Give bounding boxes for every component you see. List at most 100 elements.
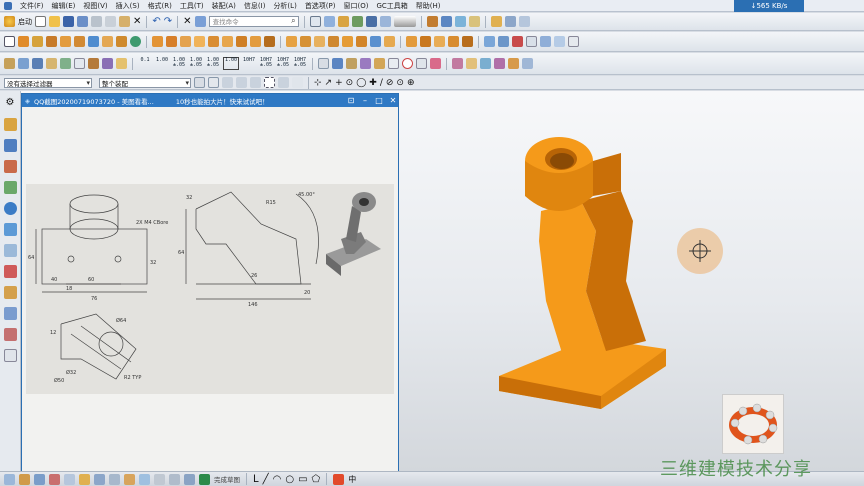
assembly-navigator-icon[interactable]: [440, 16, 452, 27]
curve-icon[interactable]: [540, 36, 551, 47]
subtract-icon[interactable]: [166, 36, 177, 47]
no-entry-icon[interactable]: [402, 58, 413, 69]
base-view-icon[interactable]: [480, 58, 491, 69]
gdt-format-10[interactable]: 10H7 ±.05: [293, 58, 307, 69]
command-search-input[interactable]: 查找命令 ⌕: [208, 16, 299, 27]
gdt-format-5[interactable]: 1.00 ±.05: [206, 58, 220, 69]
new-file-icon[interactable]: [35, 16, 46, 27]
close-button[interactable]: ✕: [388, 96, 398, 105]
menu-format[interactable]: 格式(R): [148, 1, 172, 11]
pmi-linear-icon[interactable]: [46, 58, 57, 69]
mirror-icon[interactable]: [300, 36, 311, 47]
background-icon[interactable]: [393, 16, 416, 27]
point-icon[interactable]: [526, 36, 537, 47]
constraint-navigator-tab-icon[interactable]: [3, 139, 17, 152]
projected-view-icon[interactable]: [494, 58, 505, 69]
settings-icon[interactable]: ⚙: [4, 97, 17, 110]
pattern-icon[interactable]: [286, 36, 297, 47]
datum-axis-icon[interactable]: [498, 36, 509, 47]
menu-analysis[interactable]: 分析(L): [273, 1, 296, 11]
make-corner-icon[interactable]: [184, 473, 195, 485]
menu-help[interactable]: 帮助(H): [416, 1, 441, 11]
menu-info[interactable]: 信息(I): [244, 1, 266, 11]
sync-offset-icon[interactable]: [434, 36, 445, 47]
maximize-button[interactable]: □: [374, 96, 384, 105]
snap-point-icon[interactable]: ∕: [380, 78, 383, 88]
extend-tool-icon[interactable]: [169, 473, 180, 485]
shell-icon[interactable]: [222, 36, 233, 47]
roles-tab-icon[interactable]: [3, 307, 17, 320]
body-selection-icon[interactable]: [222, 77, 233, 88]
sync-move-face-icon[interactable]: [406, 36, 417, 47]
feature-selection-icon[interactable]: [208, 77, 219, 88]
menu-preferences[interactable]: 首选项(P): [305, 1, 336, 11]
pmi-dimension-icon[interactable]: [18, 58, 29, 69]
datum-plane-icon[interactable]: [484, 36, 495, 47]
reuse-library-tab-icon[interactable]: [3, 181, 17, 194]
line-icon[interactable]: ╱: [263, 474, 269, 485]
pmi-symbol-icon[interactable]: [102, 58, 113, 69]
cylinder-icon[interactable]: [102, 36, 113, 47]
curve-rule-icon[interactable]: [250, 77, 261, 88]
cut-icon[interactable]: [91, 16, 102, 27]
intersect-tool-icon[interactable]: [124, 473, 135, 485]
menu-gc-toolkit[interactable]: GC工具箱: [376, 1, 407, 11]
gdt-format-2[interactable]: 1.00: [155, 58, 169, 69]
snap-arc-icon[interactable]: ⊙: [396, 78, 404, 88]
assembly-navigator-tab-icon[interactable]: [3, 118, 17, 131]
pmi-note-icon[interactable]: [74, 58, 85, 69]
fillet-tool-icon[interactable]: [139, 473, 150, 485]
trim-body-icon[interactable]: [250, 36, 261, 47]
menu-tools[interactable]: 工具(T): [180, 1, 204, 11]
split-body-icon[interactable]: [264, 36, 275, 47]
pmi-radial-icon[interactable]: [60, 58, 71, 69]
line-style-icon[interactable]: [360, 58, 371, 69]
measure-icon[interactable]: [490, 16, 502, 27]
ime-logo-icon[interactable]: [333, 473, 345, 485]
delete-icon[interactable]: ✕: [133, 16, 141, 27]
project-tool-icon[interactable]: [109, 473, 120, 485]
redo-icon[interactable]: ↷: [164, 16, 172, 27]
intersect-icon[interactable]: [180, 36, 191, 47]
lasso-select-icon[interactable]: [278, 77, 289, 88]
arrow-style-icon[interactable]: [346, 58, 357, 69]
hole-icon[interactable]: [46, 36, 57, 47]
tolerance-icon[interactable]: [318, 58, 329, 69]
section-view-icon[interactable]: [430, 58, 441, 69]
revolve-icon[interactable]: [32, 36, 43, 47]
history-tab-icon[interactable]: [3, 223, 17, 236]
slash-icon[interactable]: [388, 58, 399, 69]
text-style-icon[interactable]: [332, 58, 343, 69]
general-selection-icon[interactable]: [194, 77, 205, 88]
paste-icon[interactable]: [119, 16, 130, 27]
arc-icon[interactable]: ◠: [273, 474, 282, 485]
close-icon[interactable]: ✕: [183, 16, 191, 27]
drawing-sheet-icon[interactable]: [466, 58, 477, 69]
undo-icon[interactable]: ↶: [152, 16, 160, 27]
break-view-icon[interactable]: [522, 58, 533, 69]
patch-icon[interactable]: [370, 36, 381, 47]
boss-icon[interactable]: [60, 36, 71, 47]
image-viewer-titlebar[interactable]: ◈ QQ截图20200719073720 - 美图看看... 10秒也能拍大片！…: [22, 94, 398, 107]
system-materials-tab-icon[interactable]: [3, 244, 17, 257]
part-navigator-icon[interactable]: [426, 16, 438, 27]
ime-language[interactable]: 中: [348, 474, 356, 485]
cone-icon[interactable]: [116, 36, 127, 47]
offset-tool-icon[interactable]: [64, 473, 75, 485]
gdt-format-6[interactable]: 1.00: [223, 57, 239, 70]
snap-center-icon[interactable]: ⊙: [346, 78, 354, 88]
menu-assembly[interactable]: 装配(A): [212, 1, 236, 11]
gdt-format-9[interactable]: 10H7 ±.05: [276, 58, 290, 69]
snap-quadrant-icon[interactable]: ◯: [356, 78, 366, 88]
selection-scope-select[interactable]: 整个装配: [99, 77, 191, 88]
pmi-table-icon[interactable]: [88, 58, 99, 69]
edge-blend-icon[interactable]: [194, 36, 205, 47]
analysis-icon[interactable]: [504, 16, 516, 27]
finish-sketch-icon[interactable]: [199, 473, 210, 485]
pmi-datum-icon[interactable]: [116, 58, 127, 69]
type-filter-select[interactable]: 没有选择过滤器: [4, 77, 92, 88]
open-folder-icon[interactable]: [49, 16, 60, 27]
offset-face-icon[interactable]: [314, 36, 325, 47]
datum-csys-icon[interactable]: [512, 36, 523, 47]
rectangle-icon[interactable]: ▭: [298, 474, 307, 485]
